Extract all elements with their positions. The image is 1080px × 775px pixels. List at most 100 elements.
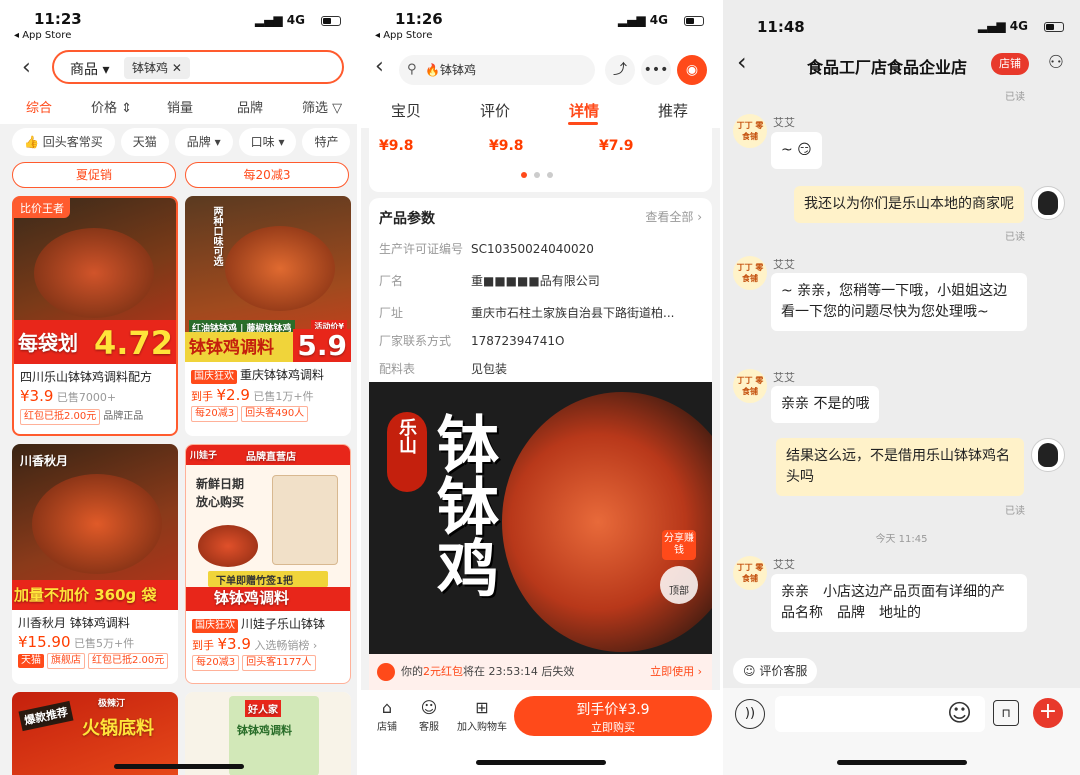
product-image: 好人家 钵钵鸡调料 [185, 692, 351, 775]
chat-message[interactable]: ~ 😏 [771, 132, 822, 169]
tab-details[interactable]: 详情 [569, 100, 599, 121]
variant-price-strip: ¥9.8 ¥9.8 ¥7.9 [369, 128, 712, 192]
shop-avatar[interactable]: 丁丁 零食铺 [733, 556, 767, 590]
red-packet-icon [377, 663, 395, 681]
sender-name: 艾艾 [773, 116, 795, 129]
battery-icon [684, 16, 704, 26]
status-time: 11:23 [34, 10, 82, 28]
param-row: 厂家联系方式 17872394741O [379, 334, 565, 348]
filter-tmall[interactable]: 天猫 [120, 128, 169, 156]
shop-avatar[interactable]: 丁丁 零食铺 [733, 114, 767, 148]
shopping-bag-icon[interactable]: ⊓ [993, 700, 1019, 726]
service-button[interactable]: ☺ 客服 [419, 698, 439, 733]
shop-avatar[interactable]: 丁丁 零食铺 [733, 256, 767, 290]
filter-brand[interactable]: 品牌 ▾ [174, 128, 233, 156]
user-avatar[interactable] [1031, 186, 1065, 220]
params-title: 产品参数 [379, 211, 435, 227]
status-bar: 11:26 ◂ App Store ▂▄▆ 4G [361, 0, 720, 46]
view-all-link[interactable]: 查看全部 › [645, 208, 702, 225]
red-packet-text: 你的2元红包将在 23:53:14 后失效 [401, 665, 575, 678]
user-avatar[interactable] [1031, 438, 1065, 472]
hero-subtitle: 乐山 [396, 418, 417, 454]
variant-price[interactable]: ¥9.8 [379, 138, 414, 154]
food-illustration [225, 226, 335, 311]
back-icon[interactable]: ‹ [737, 48, 747, 76]
tab-recommend[interactable]: 推荐 [658, 100, 688, 121]
read-receipt: 已读 [1005, 92, 1025, 103]
back-to-app-store[interactable]: ◂ App Store [375, 30, 432, 41]
filter-repeat-buyers[interactable]: 👍 回头客常买 [12, 128, 115, 156]
hero-title: 钵钵鸡 [426, 412, 499, 598]
share-earn-badge[interactable]: 分享赚钱 [662, 530, 696, 560]
chat-message[interactable]: 亲亲 不是的哦 [771, 386, 880, 423]
product-price: 到手 ¥3.9 入选畅销榜 › [192, 635, 318, 653]
product-image: 两种口味可选 红油钵钵鸡 | 藤椒钵钵鸡 活动价¥ 钵钵鸡调料 5.9 [185, 196, 351, 362]
product-card[interactable]: 爆款推荐 极辣汀 火锅底料 [12, 692, 178, 775]
shop-button[interactable]: 店铺 [991, 53, 1029, 75]
back-icon[interactable]: ‹ [22, 55, 31, 80]
chat-message[interactable]: 亲亲 小店这边产品页面有详细的产品名称 品牌 地址的 [771, 574, 1027, 632]
sort-comprehensive[interactable]: 综合 [26, 97, 52, 116]
emoji-icon[interactable]: ☺ [947, 699, 972, 727]
product-card[interactable]: 两种口味可选 红油钵钵鸡 | 藤椒钵钵鸡 活动价¥ 钵钵鸡调料 5.9 国庆狂欢… [185, 196, 351, 436]
back-icon[interactable]: ‹ [375, 54, 384, 79]
sort-sales[interactable]: 销量 [167, 97, 193, 116]
shop-button[interactable]: ⌂ 店铺 [377, 698, 397, 733]
home-indicator [836, 760, 967, 765]
product-card[interactable]: 川娃子 品牌直营店 新鲜日期 放心购买 下单即赠竹签1把 钵钵鸡调料 国庆狂欢川… [185, 444, 351, 684]
status-time: 11:48 [757, 18, 805, 36]
promo-discount[interactable]: 每20减3 [185, 162, 349, 188]
search-category-dropdown[interactable]: 商品 ▾ [70, 59, 109, 79]
service-icon: ☺ [420, 698, 438, 717]
tab-item[interactable]: 宝贝 [391, 100, 421, 121]
filter-flavor[interactable]: 口味 ▾ [238, 128, 297, 156]
signal-indicator: ▂▄▆ 4G [977, 19, 1028, 33]
chat-screen: 11:48 ▂▄▆ 4G ‹ 食品工厂店食品企业店 店铺 ⚇ 已读 丁丁 零食铺… [723, 0, 1080, 775]
param-row: 生产许可证编号 SC10350024040020 [379, 242, 594, 256]
sort-filter[interactable]: 筛选 ▽ [302, 97, 342, 116]
shop-avatar[interactable]: 丁丁 零食铺 [733, 369, 767, 403]
add-to-cart-button[interactable]: ⊞ 加入购物车 [457, 698, 507, 733]
back-to-top-button[interactable]: 顶部 [660, 566, 698, 604]
search-results-screen: 11:23 ◂ App Store ▂▄▆ 4G ‹ 商品 ▾ 钵钵鸡 ✕ 综合… [0, 0, 357, 775]
product-card[interactable]: 比价王者 每袋划 4.72 四川乐山钵钵鸡调料配方 ¥3.9 已售7000+ 红… [12, 196, 178, 436]
search-input[interactable]: ⚲ 🔥钵钵鸡 [399, 55, 595, 85]
search-input[interactable]: 商品 ▾ 钵钵鸡 ✕ [52, 50, 344, 84]
tab-reviews[interactable]: 评价 [480, 100, 510, 121]
use-now-link[interactable]: 立即使用 › [650, 654, 702, 690]
param-row: 厂名 重■■■■■品有限公司 [379, 274, 600, 288]
rate-service-button[interactable]: ☺ 评价客服 [733, 658, 818, 684]
sort-brand[interactable]: 品牌 [237, 97, 263, 116]
chat-message[interactable]: 结果这么远，不是借用乐山钵钵鸡名头吗 [776, 438, 1024, 496]
read-receipt: 已读 [1005, 232, 1025, 243]
search-keyword-chip[interactable]: 钵钵鸡 ✕ [124, 57, 190, 79]
filter-specialty[interactable]: 特产 [302, 128, 351, 156]
sort-price[interactable]: 价格 ⇕ [91, 97, 132, 116]
cart-icon[interactable]: ◉ [677, 55, 707, 85]
product-card[interactable]: 好人家 钵钵鸡调料 [185, 692, 351, 775]
filter-chips: 👍 回头客常买 天猫 品牌 ▾ 口味 ▾ 特产 [12, 128, 351, 156]
variant-price[interactable]: ¥7.9 [599, 138, 634, 154]
buy-now-button[interactable]: 到手价¥3.9 立即购买 [514, 696, 712, 736]
chat-message[interactable]: 我还以为你们是乐山本地的商家呢 [794, 186, 1024, 223]
plus-icon[interactable]: + [1033, 698, 1063, 728]
overlay-text: 加量不加价 360g 袋 [14, 586, 157, 604]
red-packet-banner[interactable]: 你的2元红包将在 23:53:14 后失效 立即使用 › [369, 654, 712, 690]
voice-icon[interactable]: )) [735, 699, 765, 729]
variant-price[interactable]: ¥9.8 [489, 138, 524, 154]
product-card[interactable]: 川香秋月 加量不加价 360g 袋 川香秋月 钵钵鸡调料 ¥15.90 已售5万… [12, 444, 178, 684]
param-row: 配料表 见包装 [379, 362, 508, 376]
chat-title: 食品工厂店食品企业店 [807, 58, 968, 77]
carousel-dot [521, 172, 527, 178]
overlay-text: 钵钵鸡调料 [189, 338, 274, 358]
promo-summer[interactable]: 夏促销 [12, 162, 176, 188]
chat-message[interactable]: ~ 亲亲，您稍等一下哦，小姐姐这边看一下您的问题尽快为您处理哦~ [771, 273, 1027, 331]
carousel-dot [534, 172, 540, 178]
profile-icon[interactable]: ⚇ [1048, 52, 1064, 73]
brand-logo: 极辣汀 [98, 699, 126, 709]
share-icon[interactable]: ⤴ [605, 55, 635, 85]
product-title: 国庆狂欢 重庆钵钵鸡调料 [185, 362, 351, 384]
more-icon[interactable]: ••• [641, 55, 671, 85]
search-icon: ⚲ [407, 62, 417, 77]
back-to-app-store[interactable]: ◂ App Store [14, 30, 71, 41]
